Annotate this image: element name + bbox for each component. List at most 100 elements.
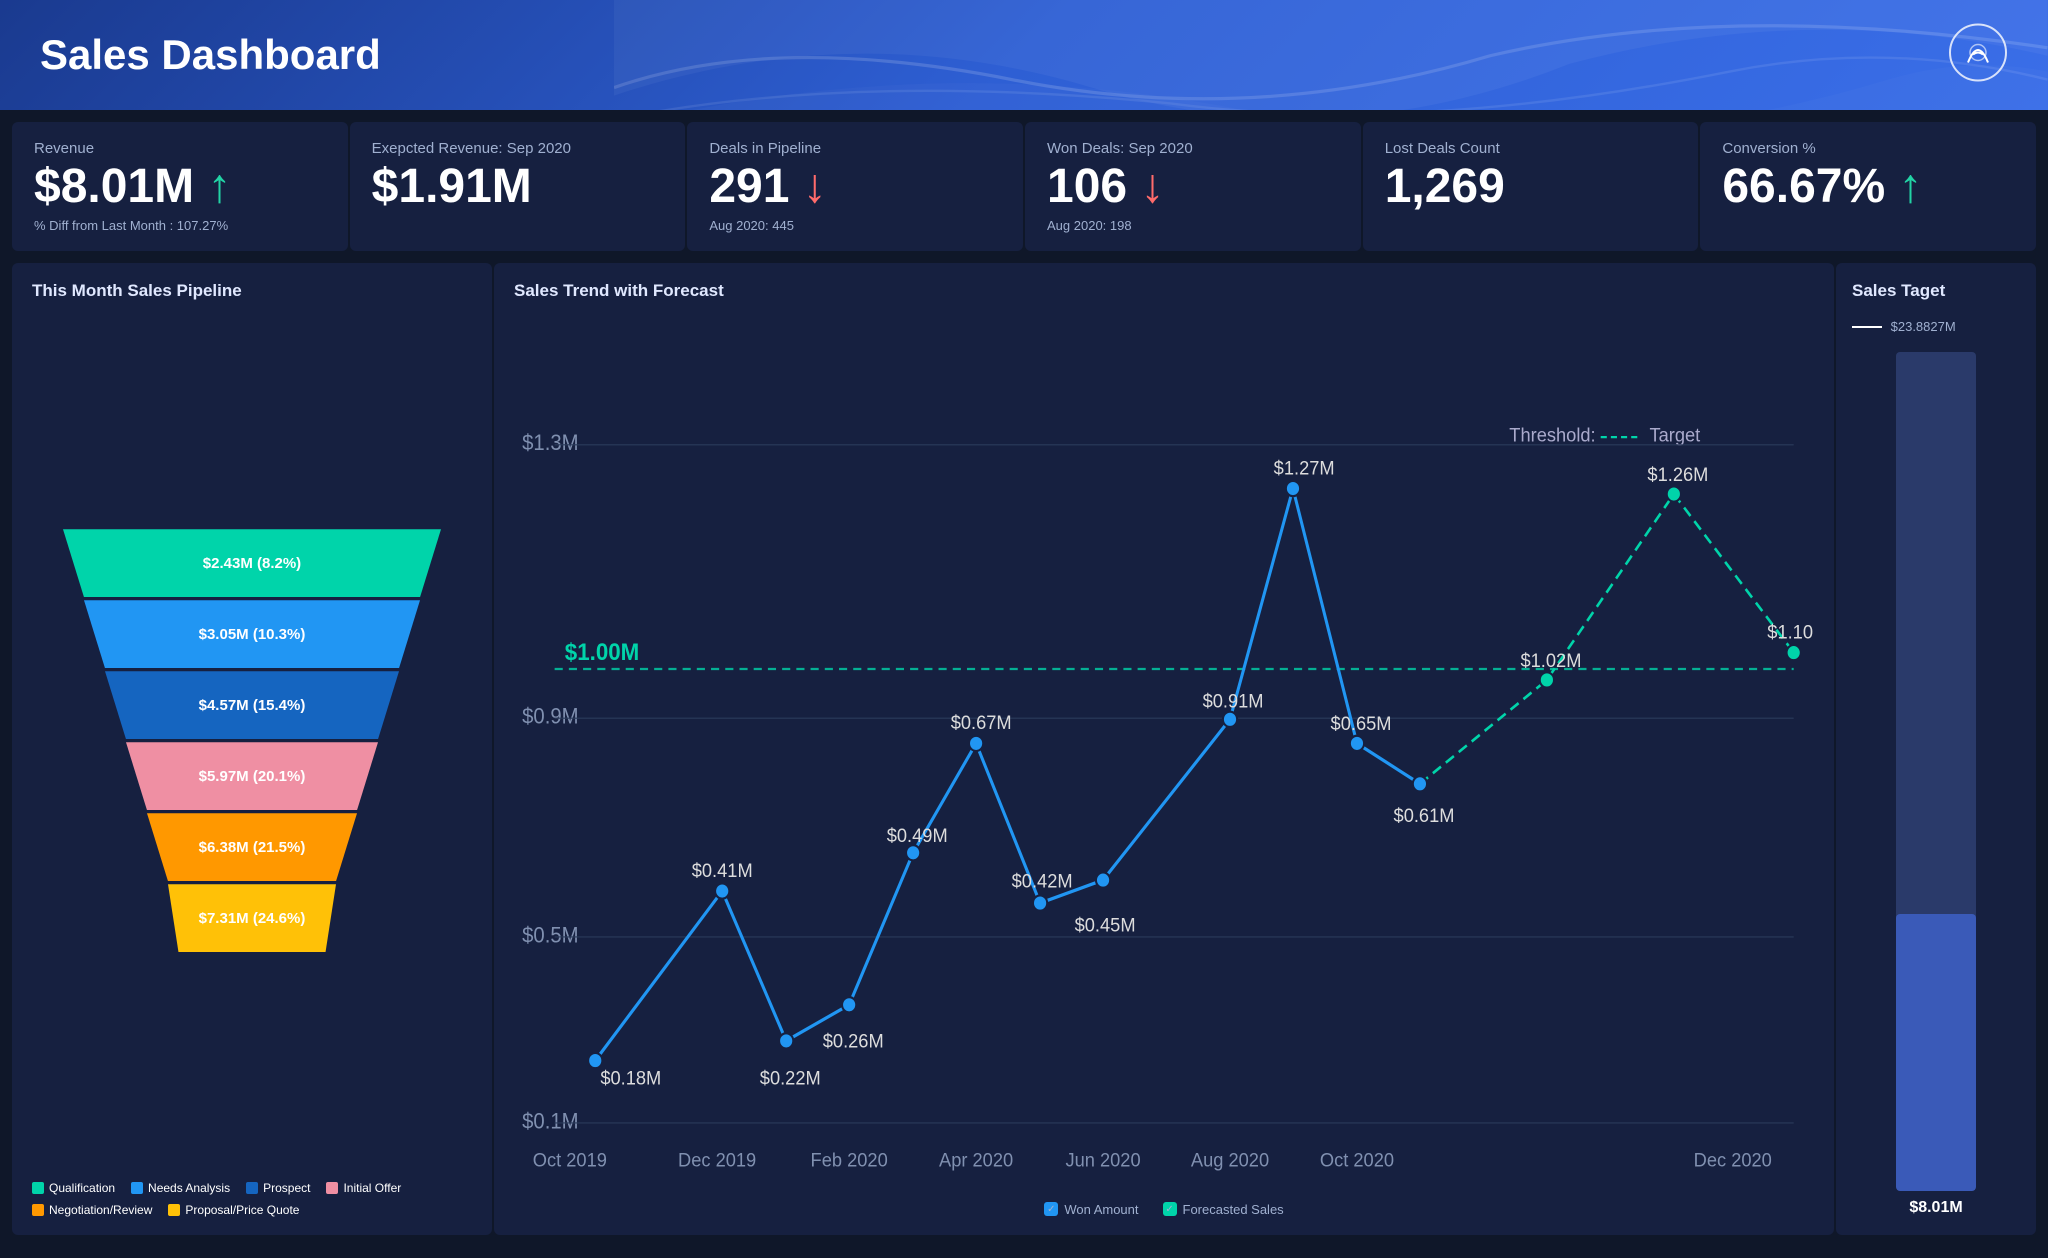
kpi-value: $8.01M ↑ [34, 161, 326, 214]
legend-dot [246, 1182, 258, 1194]
funnel-segment: $6.38M (21.5%) [42, 813, 462, 881]
chart-title: Sales Trend with Forecast [514, 281, 1814, 301]
chart-svg: $1.00M Threshold: Target $1.3M $0.9M $0.… [514, 319, 1814, 1194]
svg-text:Dec 2019: Dec 2019 [678, 1150, 756, 1172]
funnel-legend: Qualification Needs Analysis Prospect Initi… [32, 1181, 472, 1217]
kpi-value: 291 ↓ [709, 161, 1001, 214]
funnel-segment: $5.97M (20.1%) [42, 742, 462, 810]
svg-text:$1.02M: $1.02M [1520, 650, 1581, 672]
kpi-label: Conversion % [1722, 140, 2014, 157]
svg-text:$0.91M: $0.91M [1203, 690, 1264, 712]
funnel-legend-item: Initial Offer [326, 1181, 401, 1195]
header-logo [1948, 23, 2008, 88]
kpi-card: Revenue$8.01M ↑% Diff from Last Month : … [12, 122, 348, 251]
funnel-segment: $3.05M (10.3%) [42, 600, 462, 668]
kpi-value: $1.91M [372, 161, 664, 214]
svg-text:$0.61M: $0.61M [1394, 805, 1455, 827]
funnel-segment: $7.31M (24.6%) [42, 884, 462, 952]
svg-text:$0.1M: $0.1M [522, 1110, 578, 1134]
header: Sales Dashboard [0, 0, 2048, 110]
svg-text:$0.22M: $0.22M [760, 1068, 821, 1090]
svg-text:Aug 2020: Aug 2020 [1191, 1150, 1269, 1172]
page-title: Sales Dashboard [40, 31, 381, 79]
target-threshold: $23.8827M [1891, 319, 1956, 334]
svg-text:$1.10M: $1.10M [1767, 622, 1814, 644]
chart-legend: ✓ Won Amount ✓ Forecasted Sales [514, 1202, 1814, 1217]
kpi-label: Revenue [34, 140, 326, 157]
kpi-label: Deals in Pipeline [709, 140, 1001, 157]
target-bar-wrapper: $8.01M [1852, 352, 2020, 1217]
svg-text:Target: Target [1649, 425, 1700, 447]
kpi-card: Won Deals: Sep 2020 106 ↓ Aug 2020: 198 [1025, 122, 1361, 251]
svg-text:$1.26M: $1.26M [1647, 464, 1708, 486]
kpi-value: 106 ↓ [1047, 161, 1339, 214]
legend-dot [326, 1182, 338, 1194]
legend-label: Needs Analysis [148, 1181, 230, 1195]
kpi-arrow: ↑ [1885, 160, 1922, 213]
chart-svg-wrapper: $1.00M Threshold: Target $1.3M $0.9M $0.… [514, 319, 1814, 1194]
kpi-card: Exepcted Revenue: Sep 2020 $1.91M [350, 122, 686, 251]
legend-label: Qualification [49, 1181, 115, 1195]
kpi-card: Conversion % 66.67% ↑ [1700, 122, 2036, 251]
svg-text:$0.42M: $0.42M [1012, 871, 1073, 893]
kpi-arrow: ↑ [194, 160, 231, 213]
legend-label: Prospect [263, 1181, 310, 1195]
kpi-row: Revenue$8.01M ↑% Diff from Last Month : … [0, 110, 2048, 263]
kpi-sub: Aug 2020: 198 [1047, 218, 1339, 233]
chart-legend-item: ✓ Forecasted Sales [1163, 1202, 1284, 1217]
svg-text:Dec 2020: Dec 2020 [1694, 1150, 1772, 1172]
svg-text:Oct 2020: Oct 2020 [1320, 1150, 1394, 1172]
funnel-legend-item: Needs Analysis [131, 1181, 230, 1195]
svg-text:$0.9M: $0.9M [522, 705, 578, 729]
legend-check-box: ✓ [1044, 1202, 1058, 1216]
svg-text:Threshold:: Threshold: [1509, 425, 1595, 447]
target-bar-fill [1896, 914, 1976, 1191]
svg-text:$0.18M: $0.18M [600, 1068, 661, 1090]
kpi-card: Lost Deals Count 1,269 [1363, 122, 1699, 251]
legend-dot [32, 1204, 44, 1216]
kpi-value: 66.67% ↑ [1722, 161, 2014, 214]
chart-panel: Sales Trend with Forecast $1.00M Thresho… [494, 263, 1834, 1235]
legend-dot [168, 1204, 180, 1216]
kpi-value: 1,269 [1385, 161, 1677, 214]
target-panel: Sales Taget $23.8827M $8.01M [1836, 263, 2036, 1235]
kpi-arrow: ↓ [1127, 160, 1164, 213]
chart-legend-label: Won Amount [1064, 1202, 1138, 1217]
legend-label: Proposal/Price Quote [185, 1203, 299, 1217]
kpi-sub: Aug 2020: 445 [709, 218, 1001, 233]
legend-dot [131, 1182, 143, 1194]
funnel-segment: $2.43M (8.2%) [42, 529, 462, 597]
svg-text:$1.00M: $1.00M [565, 638, 639, 665]
funnel-legend-item: Prospect [246, 1181, 310, 1195]
svg-text:$1.3M: $1.3M [522, 431, 578, 455]
funnel-legend-item: Qualification [32, 1181, 115, 1195]
kpi-arrow: ↓ [789, 160, 826, 213]
target-current-value: $8.01M [1909, 1199, 1962, 1217]
svg-text:$1.27M: $1.27M [1274, 458, 1335, 480]
chart-legend-label: Forecasted Sales [1183, 1202, 1284, 1217]
svg-text:Oct 2019: Oct 2019 [533, 1150, 607, 1172]
svg-text:$0.65M: $0.65M [1331, 713, 1392, 735]
svg-text:$0.49M: $0.49M [887, 825, 948, 847]
funnel-legend-item: Proposal/Price Quote [168, 1203, 299, 1217]
kpi-label: Won Deals: Sep 2020 [1047, 140, 1339, 157]
svg-text:Feb 2020: Feb 2020 [811, 1150, 888, 1172]
svg-text:$0.5M: $0.5M [522, 924, 578, 948]
chart-legend-item: ✓ Won Amount [1044, 1202, 1138, 1217]
legend-check-box: ✓ [1163, 1202, 1177, 1216]
funnel-legend-item: Negotiation/Review [32, 1203, 152, 1217]
funnel-panel: This Month Sales Pipeline $2.43M (8.2%)$… [12, 263, 492, 1235]
svg-text:$0.26M: $0.26M [823, 1031, 884, 1053]
header-wave [614, 0, 2048, 110]
svg-text:$0.41M: $0.41M [692, 860, 753, 882]
kpi-label: Exepcted Revenue: Sep 2020 [372, 140, 664, 157]
svg-text:Jun 2020: Jun 2020 [1065, 1150, 1140, 1172]
target-title: Sales Taget [1852, 281, 2020, 301]
funnel-container: $2.43M (8.2%)$3.05M (10.3%)$4.57M (15.4%… [32, 319, 472, 1163]
svg-text:Apr 2020: Apr 2020 [939, 1150, 1013, 1172]
kpi-label: Lost Deals Count [1385, 140, 1677, 157]
kpi-card: Deals in Pipeline 291 ↓ Aug 2020: 445 [687, 122, 1023, 251]
svg-text:$0.67M: $0.67M [951, 712, 1012, 734]
target-bar-bg [1896, 352, 1976, 1191]
svg-text:$0.45M: $0.45M [1075, 915, 1136, 937]
